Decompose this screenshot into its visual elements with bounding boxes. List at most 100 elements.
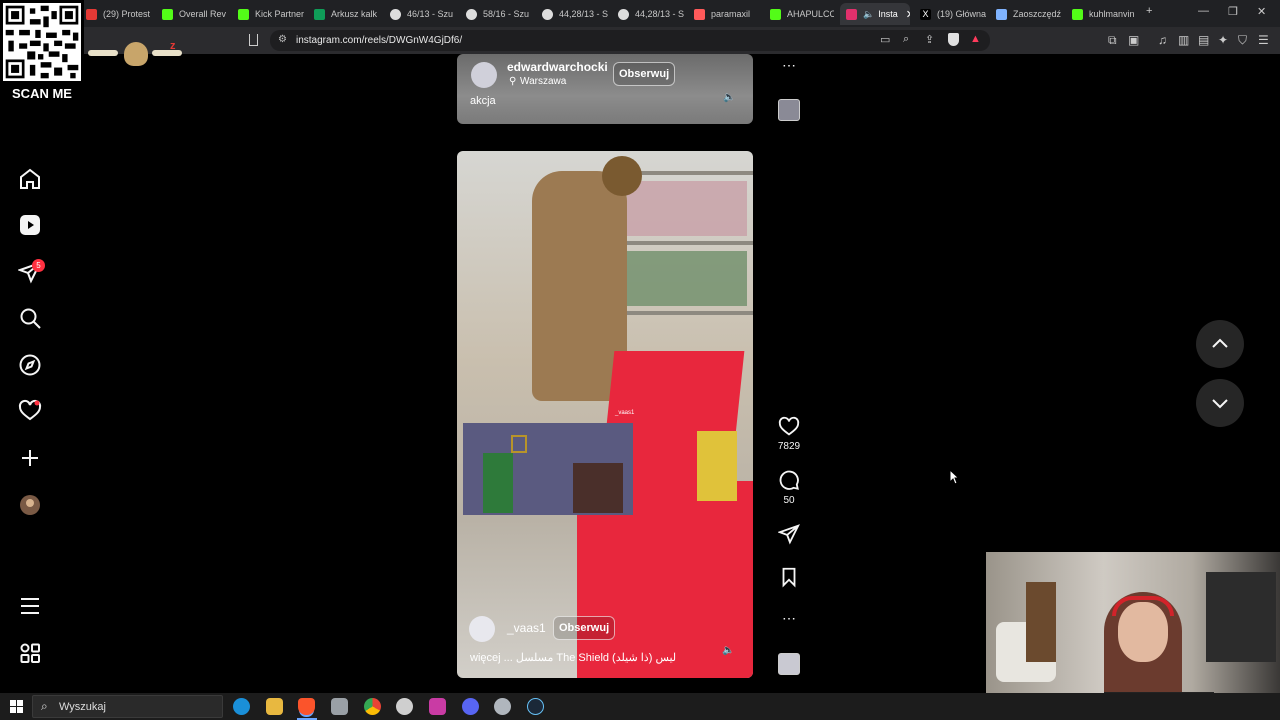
extensions-icon[interactable]: ⧉: [1108, 33, 1117, 48]
cast-icon[interactable]: ▭: [880, 33, 890, 46]
more-options-icon[interactable]: ⋯: [778, 611, 800, 625]
hand-emote: [152, 50, 182, 56]
app-icon[interactable]: [494, 698, 511, 715]
like-icon[interactable]: [778, 416, 800, 443]
comment-count: 50: [783, 495, 795, 506]
new-tab-icon[interactable]: +: [1146, 5, 1152, 17]
follow-button[interactable]: Obserwuj: [613, 62, 676, 86]
steam-icon[interactable]: [527, 698, 544, 715]
windows-start-icon[interactable]: [10, 700, 23, 713]
home-icon[interactable]: [18, 167, 42, 191]
menu-icon[interactable]: [18, 594, 42, 618]
browser-tab[interactable]: (29) Protest: [86, 3, 156, 25]
mute-icon[interactable]: 🔈: [722, 645, 734, 656]
reel-author-avatar[interactable]: [471, 62, 497, 88]
kick-favicon-icon: [1072, 8, 1083, 20]
discord-icon[interactable]: [462, 698, 479, 715]
video-inset-clip: [463, 423, 633, 515]
reels-icon[interactable]: [18, 213, 42, 237]
share-icon[interactable]: ⇪: [925, 33, 934, 46]
close-window-icon[interactable]: ✕: [1257, 5, 1266, 18]
kick-favicon-icon: [770, 8, 781, 20]
minimize-icon[interactable]: —: [1198, 5, 1209, 17]
reel-author-username[interactable]: edwardwarchocki: [507, 60, 608, 74]
video-frame-products: [622, 251, 747, 306]
site-info-icon[interactable]: ⚙: [278, 34, 287, 45]
more-apps-icon[interactable]: [18, 641, 42, 665]
like-count: 7829: [777, 441, 801, 452]
obs-icon[interactable]: [396, 698, 413, 715]
chrome-favicon-icon: [618, 8, 629, 20]
leo-ai-icon[interactable]: ✦: [1218, 33, 1228, 47]
create-icon[interactable]: [18, 446, 42, 470]
chrome-icon[interactable]: [364, 698, 381, 715]
reel-video-previous[interactable]: edwardwarchocki ⚲ Warszawa Obserwuj akcj…: [457, 54, 753, 124]
save-icon[interactable]: [778, 566, 800, 593]
browser-tab[interactable]: 58/16 - Szu: [466, 3, 536, 25]
brave-browser-icon[interactable]: [298, 698, 315, 715]
file-explorer-icon[interactable]: [266, 698, 283, 715]
reel-caption[interactable]: więcej ... مسلسل The Shield (ذا شيلد) لي…: [470, 651, 676, 664]
webcam-headset: [1112, 596, 1174, 616]
browser-tab[interactable]: 44,28/13 - S: [618, 3, 688, 25]
browser-tab[interactable]: Kick Partner: [238, 3, 308, 25]
mute-icon[interactable]: 🔈: [723, 92, 735, 103]
browser-tab[interactable]: X (19) Główna: [920, 3, 990, 25]
media-icon[interactable]: ♫: [1158, 33, 1167, 47]
restore-icon[interactable]: ❐: [1228, 5, 1238, 18]
browser-tab[interactable]: 44,28/13 - S: [542, 3, 612, 25]
search-icon: ⌕: [41, 699, 48, 713]
video-frame-products: [627, 181, 747, 236]
reel-location[interactable]: Warszawa: [520, 76, 566, 87]
notifications-icon[interactable]: [18, 399, 42, 423]
browser-tab-active[interactable]: 🔈Insta✕: [840, 3, 910, 25]
sidebar-toggle-icon[interactable]: ▥: [1178, 33, 1189, 47]
profile-avatar[interactable]: [18, 493, 42, 517]
page-favicon-icon: [694, 8, 705, 20]
vpn-icon[interactable]: ⛉: [1238, 33, 1247, 48]
share-icon[interactable]: [777, 523, 800, 550]
browser-tab[interactable]: AHAPULCO: [770, 3, 834, 25]
speaker-icon: 🔈: [863, 8, 875, 19]
more-options-icon[interactable]: ⋯: [778, 58, 800, 72]
brave-rewards-icon[interactable]: ▲: [970, 33, 981, 45]
explore-icon[interactable]: [18, 353, 42, 377]
url-field[interactable]: ⚙ instagram.com/reels/DWGnW4GjDf6/ ▭ ⌕ ⇪…: [270, 30, 990, 51]
wallet-icon[interactable]: ▤: [1198, 33, 1209, 47]
reel-author-avatar[interactable]: [469, 616, 495, 642]
reel-author-username[interactable]: _vaas1: [507, 621, 546, 635]
browser-tab[interactable]: Overall Rev: [162, 3, 232, 25]
browser-tab[interactable]: paramaxil: [694, 3, 764, 25]
edge-icon[interactable]: [233, 698, 250, 715]
video-frame-shelf: [617, 241, 753, 245]
video-inset-picture: [511, 435, 527, 453]
close-tab-icon[interactable]: ✕: [906, 8, 910, 21]
chrome-favicon-icon: [466, 8, 477, 20]
screenshot-icon[interactable]: ▣: [1128, 33, 1139, 47]
zoom-icon[interactable]: ⌕: [903, 33, 909, 46]
next-reel-button[interactable]: [1196, 379, 1244, 427]
taskbar-search-input[interactable]: ⌕ Wyszukaj: [32, 695, 223, 718]
cat-emote-overlay: z: [88, 40, 184, 68]
address-bar: ⚙ instagram.com/reels/DWGnW4GjDf6/ ▭ ⌕ ⇪…: [0, 27, 1280, 54]
bookmark-icon[interactable]: [249, 34, 258, 46]
sheets-favicon-icon: [314, 8, 325, 20]
browser-tab[interactable]: Zaoszczędź: [996, 3, 1066, 25]
reel-video-current[interactable]: _vaas1 _vaas1 Obserwuj więcej ... مسلسل …: [457, 151, 753, 678]
browser-menu-icon[interactable]: ☰: [1258, 33, 1269, 47]
comment-icon[interactable]: [778, 469, 800, 496]
browser-tab[interactable]: kuhlmanvin: [1072, 3, 1142, 25]
audio-thumbnail[interactable]: [778, 99, 800, 121]
browser-tab[interactable]: Arkusz kalk: [314, 3, 384, 25]
app-icon[interactable]: [429, 698, 446, 715]
brave-shield-icon[interactable]: [948, 33, 959, 46]
follow-button[interactable]: Obserwuj: [553, 616, 616, 640]
z-letter: z: [170, 40, 176, 52]
audio-thumbnail[interactable]: [778, 653, 800, 675]
app-icon[interactable]: [331, 698, 348, 715]
search-icon[interactable]: [18, 306, 42, 330]
cat-emote: [124, 42, 148, 66]
previous-reel-button[interactable]: [1196, 320, 1244, 368]
location-pin-icon: ⚲: [509, 76, 517, 87]
browser-tab[interactable]: 46/13 - Szu: [390, 3, 460, 25]
